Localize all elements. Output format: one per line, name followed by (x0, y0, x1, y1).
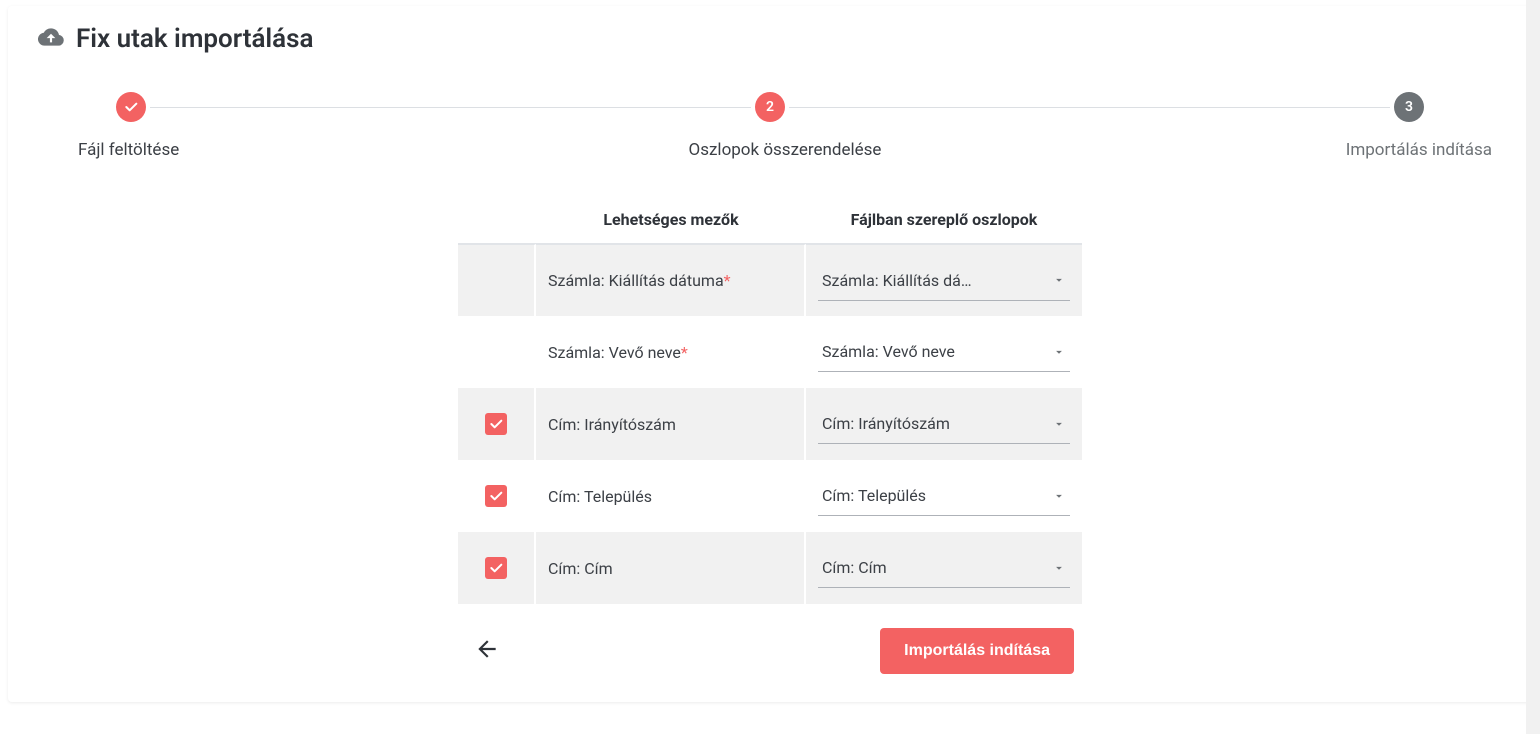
chevron-down-icon (1052, 345, 1066, 359)
header: Fix utak importálása (28, 24, 1512, 54)
table-row: Cím: Irányítószám Cím: Irányítószám (458, 388, 1082, 460)
mapping-table: Lehetséges mezők Fájlban szereplő oszlop… (458, 196, 1082, 604)
column-header-file: Fájlban szereplő oszlopok (806, 196, 1082, 244)
file-column-select[interactable]: Számla: Vevő neve (818, 332, 1070, 372)
file-column-select[interactable]: Cím: Cím (818, 548, 1070, 588)
row-checkbox[interactable] (485, 557, 507, 579)
checkbox-cell (458, 244, 536, 316)
check-icon (123, 99, 139, 115)
possible-cell: Cím: Település (536, 460, 806, 532)
step-3-badge: 3 (1394, 92, 1424, 122)
possible-cell: Cím: Irányítószám (536, 388, 806, 460)
step-1-label: Fájl feltöltése (28, 140, 549, 160)
chevron-down-icon (1052, 273, 1066, 287)
possible-cell: Számla: Vevő neve* (536, 316, 806, 388)
page-title: Fix utak importálása (76, 24, 313, 54)
table-row: Cím: Település Cím: Település (458, 460, 1082, 532)
possible-cell: Cím: Cím (536, 532, 806, 604)
row-checkbox[interactable] (485, 413, 507, 435)
table-row: Számla: Kiállítás dátuma* Számla: Kiállí… (458, 244, 1082, 316)
select-value: Cím: Irányítószám (822, 414, 950, 433)
arrow-left-icon (474, 636, 500, 662)
file-column-select[interactable]: Cím: Irányítószám (818, 404, 1070, 444)
possible-field-label: Számla: Vevő neve (548, 343, 681, 362)
possible-cell: Számla: Kiállítás dátuma* (536, 244, 806, 316)
chevron-down-icon (1052, 417, 1066, 431)
table-row: Cím: Cím Cím: Cím (458, 532, 1082, 604)
possible-field-label: Cím: Irányítószám (548, 415, 676, 434)
chevron-down-icon (1052, 561, 1066, 575)
possible-field-label: Számla: Kiállítás dátuma (548, 271, 724, 290)
scrollbar[interactable] (1526, 0, 1540, 734)
stepper: 2 3 Fájl feltöltése Oszlopok összerendel… (28, 92, 1512, 160)
chevron-down-icon (1052, 489, 1066, 503)
stepper-line (789, 107, 1390, 108)
checkbox-cell (458, 316, 536, 388)
stepper-line (150, 107, 751, 108)
step-3-label: Importálás indítása (1021, 140, 1512, 160)
step-2-badge: 2 (755, 92, 785, 122)
step-2-label: Oszlopok összerendelése (549, 140, 1020, 160)
select-value: Számla: Vevő neve (822, 342, 955, 361)
start-import-button[interactable]: Importálás indítása (880, 628, 1074, 674)
file-column-select[interactable]: Számla: Kiállítás dá… (818, 261, 1070, 301)
step-1-badge (116, 92, 146, 122)
required-asterisk: * (724, 271, 731, 290)
required-asterisk: * (681, 343, 688, 362)
cloud-upload-icon (38, 24, 64, 54)
row-checkbox[interactable] (485, 485, 507, 507)
select-value: Cím: Település (822, 486, 926, 505)
import-card: Fix utak importálása 2 3 Fájl feltöltése… (8, 6, 1532, 702)
column-header-possible: Lehetséges mezők (536, 196, 806, 244)
file-column-select[interactable]: Cím: Település (818, 476, 1070, 516)
select-value: Cím: Cím (822, 558, 887, 577)
back-button[interactable] (466, 628, 508, 674)
possible-field-label: Cím: Település (548, 487, 652, 506)
table-row: Számla: Vevő neve* Számla: Vevő neve (458, 316, 1082, 388)
possible-field-label: Cím: Cím (548, 559, 613, 578)
column-header-checkbox (458, 196, 536, 244)
select-value: Számla: Kiállítás dá… (822, 271, 972, 290)
